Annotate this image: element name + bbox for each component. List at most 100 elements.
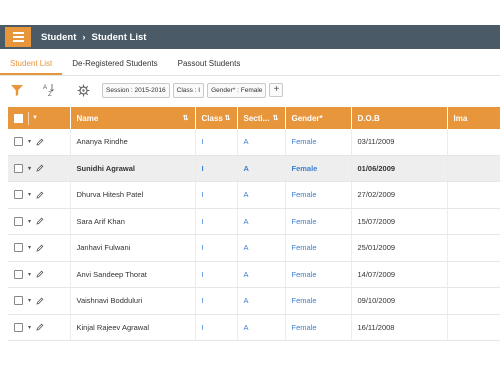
row-controls: ▾ bbox=[8, 234, 71, 262]
sort-icon[interactable]: ⇅ bbox=[273, 115, 279, 122]
filter-toolbar: AZ Session : 2015-2016 Class : I Gender*… bbox=[0, 79, 500, 101]
cell-section[interactable]: A bbox=[237, 208, 286, 235]
row-checkbox[interactable] bbox=[14, 243, 23, 253]
row-checkbox[interactable] bbox=[14, 322, 23, 332]
cell-class[interactable]: I bbox=[195, 261, 238, 288]
cell-class[interactable]: I bbox=[195, 129, 238, 156]
tab-passout-students[interactable]: Passout Students bbox=[168, 59, 251, 75]
table-row[interactable]: ▾ Dhurva Hitesh Patel I A Female 27/02/2… bbox=[8, 181, 500, 209]
chevron-down-icon[interactable]: ▾ bbox=[28, 218, 31, 225]
edit-icon[interactable] bbox=[36, 323, 44, 331]
table-row[interactable]: ▾ Janhavi Fulwani I A Female 25/01/2009 bbox=[8, 234, 500, 262]
row-controls: ▾ bbox=[8, 287, 71, 315]
column-label-class: Class bbox=[201, 113, 223, 123]
chevron-down-icon[interactable]: ▾ bbox=[28, 191, 31, 198]
cell-dob: 03/11/2009 bbox=[351, 129, 448, 156]
cell-image bbox=[447, 234, 500, 262]
edit-icon[interactable] bbox=[36, 270, 44, 278]
select-all-checkbox[interactable] bbox=[14, 113, 23, 123]
chevron-down-icon[interactable]: ▾ bbox=[28, 271, 31, 278]
cell-image bbox=[447, 208, 500, 235]
sort-icon[interactable]: ⇅ bbox=[183, 115, 189, 122]
chevron-down-icon[interactable]: ▾ bbox=[28, 165, 31, 172]
cell-name: Anvi Sandeep Thorat bbox=[70, 261, 196, 288]
settings-icon[interactable] bbox=[74, 81, 92, 99]
bottom-fade bbox=[0, 340, 500, 375]
tab-student-list[interactable]: Student List bbox=[0, 59, 63, 75]
cell-dob: 01/06/2009 bbox=[351, 155, 448, 182]
chevron-down-icon[interactable]: ▾ bbox=[28, 297, 31, 304]
filter-icon[interactable] bbox=[8, 81, 26, 99]
cell-gender[interactable]: Female bbox=[285, 234, 352, 262]
edit-icon[interactable] bbox=[36, 244, 44, 252]
cell-section[interactable]: A bbox=[237, 287, 286, 315]
column-label-dob: D.O.B bbox=[357, 113, 380, 123]
sort-az-icon[interactable]: AZ bbox=[40, 81, 58, 99]
column-header-class[interactable]: Class ⇅ bbox=[195, 107, 238, 129]
tab-de-registered-students[interactable]: De-Registered Students bbox=[62, 59, 167, 75]
edit-icon[interactable] bbox=[36, 191, 44, 199]
column-header-dob[interactable]: D.O.B bbox=[351, 107, 448, 129]
sort-icon[interactable]: ⇅ bbox=[225, 115, 231, 122]
cell-class[interactable]: I bbox=[195, 314, 238, 341]
row-checkbox[interactable] bbox=[14, 216, 23, 226]
row-checkbox[interactable] bbox=[14, 296, 23, 306]
session-filter-chip[interactable]: Session : 2015-2016 bbox=[102, 82, 170, 98]
table-row[interactable]: ▾ Anvi Sandeep Thorat I A Female 14/07/2… bbox=[8, 261, 500, 288]
chevron-down-icon[interactable]: ▾ bbox=[28, 324, 31, 331]
table-row[interactable]: ▾ Vaishnavi Bodduluri I A Female 09/10/2… bbox=[8, 287, 500, 315]
row-checkbox[interactable] bbox=[14, 269, 23, 279]
plus-icon[interactable]: + bbox=[269, 83, 284, 97]
chevron-down-icon[interactable]: ▾ bbox=[28, 244, 31, 251]
table-header-row: ▼ Name ⇅ Class ⇅ Secti... ⇅ Gender* D.O.B I… bbox=[8, 107, 500, 129]
cell-section[interactable]: A bbox=[237, 314, 286, 341]
row-checkbox[interactable] bbox=[14, 190, 23, 200]
chevron-down-icon[interactable]: ▼ bbox=[28, 111, 41, 125]
cell-section[interactable]: A bbox=[237, 181, 286, 209]
column-header-image[interactable]: Ima bbox=[447, 107, 500, 129]
cell-section[interactable]: A bbox=[237, 234, 286, 262]
cell-gender[interactable]: Female bbox=[285, 155, 352, 182]
edit-icon[interactable] bbox=[36, 138, 44, 146]
column-header-section[interactable]: Secti... ⇅ bbox=[237, 107, 286, 129]
cell-name: Vaishnavi Bodduluri bbox=[70, 287, 196, 315]
cell-gender[interactable]: Female bbox=[285, 181, 352, 209]
cell-class[interactable]: I bbox=[195, 181, 238, 209]
table-row[interactable]: ▾ Kinjal Rajeev Agrawal I A Female 16/11… bbox=[8, 314, 500, 341]
chevron-right-icon: › bbox=[82, 31, 86, 43]
cell-name: Sara Arif Khan bbox=[70, 208, 196, 235]
table-row[interactable]: ▾ Sunidhi Agrawal I A Female 01/06/2009 bbox=[8, 155, 500, 182]
breadcrumb-root[interactable]: Student bbox=[41, 32, 76, 43]
cell-image bbox=[447, 261, 500, 288]
cell-class[interactable]: I bbox=[195, 208, 238, 235]
column-header-name[interactable]: Name ⇅ bbox=[70, 107, 196, 129]
cell-class[interactable]: I bbox=[195, 155, 238, 182]
cell-section[interactable]: A bbox=[237, 155, 286, 182]
cell-gender[interactable]: Female bbox=[285, 261, 352, 288]
edit-icon[interactable] bbox=[36, 164, 44, 172]
gender-filter-chip[interactable]: Gender* : Female bbox=[207, 82, 267, 98]
cell-image bbox=[447, 181, 500, 209]
menu-icon[interactable] bbox=[5, 27, 31, 47]
cell-name: Ananya Rindhe bbox=[70, 129, 196, 156]
cell-section[interactable]: A bbox=[237, 129, 286, 156]
cell-class[interactable]: I bbox=[195, 234, 238, 262]
cell-dob: 15/07/2009 bbox=[351, 208, 448, 235]
column-header-gender[interactable]: Gender* bbox=[285, 107, 352, 129]
table-row[interactable]: ▾ Ananya Rindhe I A Female 03/11/2009 bbox=[8, 129, 500, 156]
edit-icon[interactable] bbox=[36, 217, 44, 225]
cell-gender[interactable]: Female bbox=[285, 314, 352, 341]
top-bar: Student › Student List bbox=[0, 25, 500, 49]
edit-icon[interactable] bbox=[36, 297, 44, 305]
cell-class[interactable]: I bbox=[195, 287, 238, 315]
chevron-down-icon[interactable]: ▾ bbox=[28, 138, 31, 145]
table-row[interactable]: ▾ Sara Arif Khan I A Female 15/07/2009 bbox=[8, 208, 500, 235]
cell-gender[interactable]: Female bbox=[285, 287, 352, 315]
class-filter-chip[interactable]: Class : I bbox=[172, 82, 205, 98]
cell-gender[interactable]: Female bbox=[285, 129, 352, 156]
cell-section[interactable]: A bbox=[237, 261, 286, 288]
row-checkbox[interactable] bbox=[14, 163, 23, 173]
cell-gender[interactable]: Female bbox=[285, 208, 352, 235]
column-label-section: Secti... bbox=[243, 113, 270, 123]
row-checkbox[interactable] bbox=[14, 137, 23, 147]
